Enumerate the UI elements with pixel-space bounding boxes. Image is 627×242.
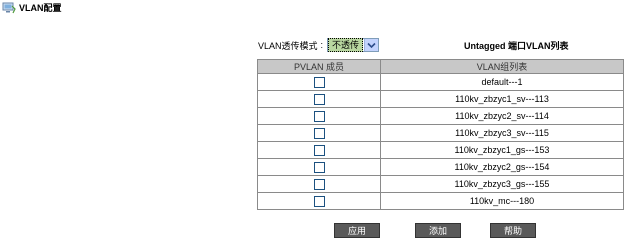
pvlan-member-checkbox[interactable] [313, 178, 325, 190]
action-buttons: 应用 添加 帮助 [0, 223, 627, 239]
table-row: 110kv_zbzyc1_sv---113 [257, 90, 624, 108]
monitor-icon [2, 2, 16, 14]
apply-button[interactable]: 应用 [334, 223, 380, 238]
vlan-name: 110kv_mc---180 [380, 192, 624, 210]
table-row: 110kv_zbzyc3_gs---155 [257, 175, 624, 193]
vlan-mode-row: VLAN透传模式 : 不透传 [258, 37, 380, 53]
vlan-name: 110kv_zbzyc3_gs---155 [380, 175, 624, 193]
vlan-group-list-header: VLAN组列表 [380, 59, 624, 74]
table-row: 110kv_mc---180 [257, 192, 624, 210]
pvlan-member-checkbox[interactable] [313, 110, 325, 122]
untagged-port-vlan-title: Untagged 端口VLAN列表 [464, 41, 569, 51]
pvlan-member-checkbox[interactable] [313, 161, 325, 173]
pvlan-member-checkbox[interactable] [313, 76, 325, 88]
vlan-name: 110kv_zbzyc3_sv---115 [380, 124, 624, 142]
table-row: 110kv_zbzyc1_gs---153 [257, 141, 624, 159]
pvlan-member-header: PVLAN 成员 [257, 59, 381, 74]
vlan-table: PVLAN 成员 VLAN组列表 default---1 110kv_zbzyc… [257, 59, 624, 210]
vlan-mode-label: VLAN透传模式 [258, 40, 318, 51]
table-row: 110kv_zbzyc3_sv---115 [257, 124, 624, 142]
table-row: 110kv_zbzyc2_gs---154 [257, 158, 624, 176]
pvlan-member-checkbox[interactable] [313, 195, 325, 207]
add-button[interactable]: 添加 [415, 223, 461, 238]
vlan-name: 110kv_zbzyc2_sv---114 [380, 107, 624, 125]
chevron-down-icon[interactable] [364, 39, 379, 51]
pvlan-member-checkbox[interactable] [313, 93, 325, 105]
table-header-row: PVLAN 成员 VLAN组列表 [257, 59, 624, 74]
vlan-name: default---1 [380, 73, 624, 91]
vlan-mode-separator: : [320, 40, 324, 50]
vlan-name: 110kv_zbzyc1_gs---153 [380, 141, 624, 159]
pvlan-member-checkbox[interactable] [313, 127, 325, 139]
help-button[interactable]: 帮助 [490, 223, 536, 238]
table-row: default---1 [257, 73, 624, 91]
vlan-mode-selected-value: 不透传 [328, 38, 364, 52]
vlan-name: 110kv_zbzyc2_gs---154 [380, 158, 624, 176]
page-title: VLAN配置 [19, 3, 62, 13]
vlan-name: 110kv_zbzyc1_sv---113 [380, 90, 624, 108]
table-row: 110kv_zbzyc2_sv---114 [257, 107, 624, 125]
vlan-mode-select[interactable]: 不透传 [327, 38, 380, 52]
page-header: VLAN配置 [0, 0, 627, 15]
pvlan-member-checkbox[interactable] [313, 144, 325, 156]
